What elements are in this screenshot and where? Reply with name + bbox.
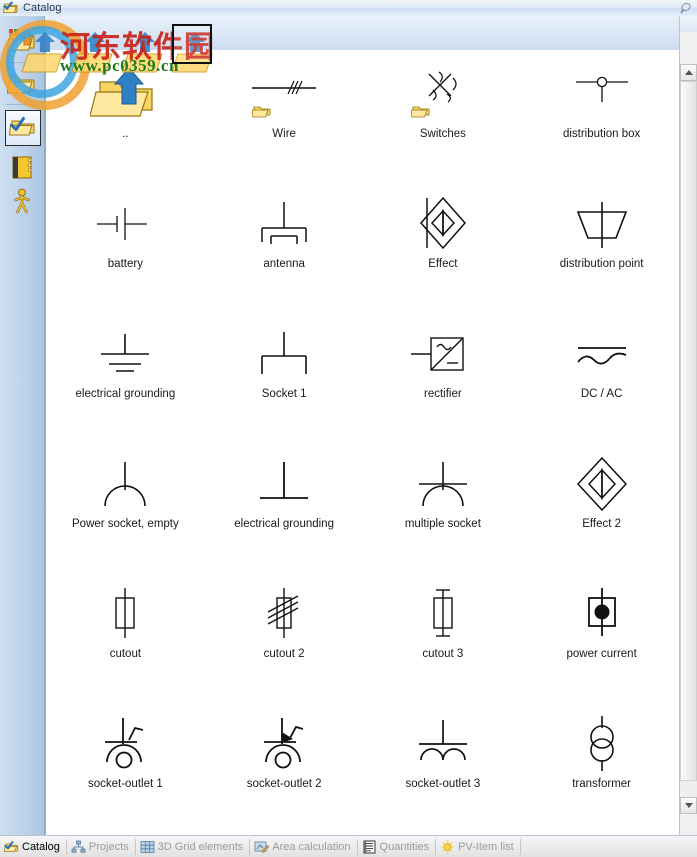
socket-1-symbol xyxy=(244,318,324,390)
distribution-point-symbol xyxy=(562,188,642,260)
catalog-item[interactable]: Power socket, empty xyxy=(46,442,205,572)
catalog-grid: .. Wire Switches distribution box batter… xyxy=(46,50,681,836)
folder-badge-icon xyxy=(410,104,430,118)
catalog-window: Catalog .. Wire Switches distribution bo… xyxy=(0,0,697,857)
area-icon xyxy=(254,840,270,854)
book-icon xyxy=(12,156,32,179)
catalog-item[interactable]: .. xyxy=(46,52,205,182)
catalog-item[interactable]: electrical grounding xyxy=(205,442,364,572)
catalog-item[interactable]: cutout 3 xyxy=(364,572,523,702)
catalog-item[interactable]: electrical grounding xyxy=(46,312,205,442)
catalog-item[interactable]: distribution box xyxy=(522,52,681,182)
tab-3d-grid-elements[interactable]: 3D Grid elements xyxy=(136,837,250,857)
bottom-tabbar: Catalog Projects 3D Grid elements Area c… xyxy=(0,835,697,857)
chevron-down-icon xyxy=(684,803,693,808)
catalog-item[interactable]: DC / AC xyxy=(522,312,681,442)
catalog-item[interactable]: cutout 2 xyxy=(205,572,364,702)
toolbar-divider xyxy=(6,104,38,105)
antenna-symbol xyxy=(244,188,324,260)
chevron-up-icon xyxy=(684,70,693,75)
parent-folder-icon xyxy=(85,58,165,130)
catalog-item[interactable]: socket-outlet 2 xyxy=(205,702,364,832)
catalog-item[interactable]: socket-outlet 3 xyxy=(364,702,523,832)
tab-label: 3D Grid elements xyxy=(157,840,244,853)
catalog-item[interactable]: distribution point xyxy=(522,182,681,312)
grid-icon xyxy=(140,840,155,854)
catalog-item[interactable]: cutout xyxy=(46,572,205,702)
tab-area-calculation[interactable]: Area calculation xyxy=(250,837,356,857)
scrollbar-track[interactable] xyxy=(680,81,697,797)
catalog-item[interactable]: rectifier xyxy=(364,312,523,442)
catalog-item[interactable]: antenna xyxy=(205,182,364,312)
tab-pv-item-list[interactable]: PV-Item list xyxy=(436,837,520,857)
toolbar-divider xyxy=(6,62,38,63)
cutout-3-symbol xyxy=(403,578,483,650)
tab-projects[interactable]: Projects xyxy=(67,837,135,857)
vertical-scrollbar[interactable] xyxy=(679,16,697,836)
person-icon xyxy=(14,188,30,214)
catalog-item[interactable]: socket-outlet 1 xyxy=(46,702,205,832)
catalog-item[interactable]: battery xyxy=(46,182,205,312)
tab-label: PV-Item list xyxy=(458,840,514,853)
window-title: Catalog xyxy=(23,2,62,14)
tab-label: Projects xyxy=(88,840,129,853)
help-pointer-icon[interactable] xyxy=(679,1,693,15)
sidebar-item-import-folder[interactable] xyxy=(5,24,39,58)
rectifier-symbol xyxy=(403,318,483,390)
catalog-pane: .. Wire Switches distribution box batter… xyxy=(45,50,682,837)
power-current-symbol xyxy=(562,578,642,650)
wire-symbol xyxy=(244,58,324,130)
scrollbar-thumb[interactable] xyxy=(680,81,697,781)
catalog-item[interactable]: power current xyxy=(522,572,681,702)
cutout-symbol xyxy=(85,578,165,650)
transformer-symbol xyxy=(562,708,642,780)
folder-import-icon xyxy=(7,29,35,51)
tab-label: Quantities xyxy=(379,840,430,853)
dc-ac-symbol xyxy=(562,318,642,390)
scrollbar-top-cap xyxy=(680,16,697,32)
switches-symbol xyxy=(403,58,483,130)
hierarchy-icon xyxy=(71,840,86,854)
sidebar-item-book[interactable] xyxy=(5,150,39,184)
scroll-up-button[interactable] xyxy=(680,64,697,81)
socket-outlet-3-symbol xyxy=(403,708,483,780)
left-toolbar xyxy=(0,16,45,836)
tab-label: Catalog xyxy=(22,840,60,853)
catalog-item[interactable]: Switches xyxy=(364,52,523,182)
folder-check-icon xyxy=(9,117,35,136)
tab-catalog[interactable]: Catalog xyxy=(0,837,66,857)
list-icon xyxy=(362,840,377,854)
tab-label: Area calculation xyxy=(272,840,351,853)
folder-check-icon xyxy=(4,840,19,854)
effect-symbol xyxy=(403,188,483,260)
catalog-item[interactable]: Socket 1 xyxy=(205,312,364,442)
window-titlebar: Catalog xyxy=(0,0,697,17)
battery-symbol xyxy=(85,188,165,260)
cutout-2-symbol xyxy=(244,578,324,650)
socket-outlet-1-symbol xyxy=(85,708,165,780)
tab-divider xyxy=(519,838,521,855)
folder-check-icon xyxy=(3,1,19,15)
scroll-down-button[interactable] xyxy=(680,797,697,814)
sidebar-item-catalog[interactable] xyxy=(5,110,41,146)
catalog-item[interactable]: transformer xyxy=(522,702,681,832)
distribution-box-symbol xyxy=(562,58,642,130)
catalog-item[interactable]: Effect 2 xyxy=(522,442,681,572)
catalog-header-strip xyxy=(45,16,682,50)
electrical-grounding-2-symbol xyxy=(244,448,324,520)
effect-2-symbol xyxy=(562,448,642,520)
tab-quantities[interactable]: Quantities xyxy=(358,837,436,857)
catalog-item[interactable]: Wire xyxy=(205,52,364,182)
socket-outlet-2-symbol xyxy=(244,708,324,780)
electrical-grounding-symbol xyxy=(85,318,165,390)
multiple-socket-symbol xyxy=(403,448,483,520)
catalog-item[interactable]: Effect xyxy=(364,182,523,312)
folder-badge-icon xyxy=(251,104,271,118)
folder-open-icon xyxy=(7,76,35,94)
power-socket-empty-symbol xyxy=(85,448,165,520)
sidebar-item-open-folder[interactable] xyxy=(5,68,39,102)
sidebar-item-person[interactable] xyxy=(5,184,39,218)
sun-icon xyxy=(440,839,455,854)
catalog-item[interactable]: multiple socket xyxy=(364,442,523,572)
